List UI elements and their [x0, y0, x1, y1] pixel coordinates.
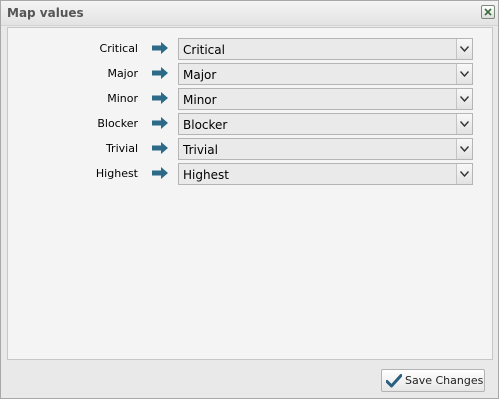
- select-value: Critical: [183, 43, 225, 57]
- arrow-right-icon: [152, 67, 168, 79]
- dialog-footer: Save Changes: [1, 361, 498, 398]
- mapping-row-blocker: Blocker Blocker: [8, 113, 494, 135]
- target-value-select[interactable]: Highest: [178, 163, 473, 185]
- dropdown-trigger[interactable]: [456, 164, 472, 184]
- mapping-row-highest: Highest Highest: [8, 163, 494, 185]
- chevron-down-icon: [460, 46, 469, 52]
- mapping-row-critical: Critical Critical: [8, 38, 494, 60]
- mapping-row-major: Major Major: [8, 63, 494, 85]
- save-button-label: Save Changes: [405, 374, 484, 387]
- source-value-label: Highest: [95, 167, 138, 180]
- close-icon: [484, 8, 492, 16]
- target-value-select[interactable]: Blocker: [178, 113, 473, 135]
- chevron-down-icon: [460, 71, 469, 77]
- target-value-select[interactable]: Major: [178, 63, 473, 85]
- dropdown-trigger[interactable]: [456, 139, 472, 159]
- checkmark-icon: [386, 374, 402, 388]
- dialog-titlebar[interactable]: Map values: [1, 1, 498, 26]
- dialog-title: Map values: [7, 6, 84, 20]
- select-value: Highest: [183, 168, 229, 182]
- select-value: Trivial: [183, 143, 218, 157]
- dropdown-trigger[interactable]: [456, 39, 472, 59]
- chevron-down-icon: [460, 171, 469, 177]
- mapping-row-trivial: Trivial Trivial: [8, 138, 494, 160]
- close-button[interactable]: [481, 5, 495, 19]
- dropdown-trigger[interactable]: [456, 64, 472, 84]
- chevron-down-icon: [460, 96, 469, 102]
- chevron-down-icon: [460, 121, 469, 127]
- target-value-select[interactable]: Minor: [178, 88, 473, 110]
- chevron-down-icon: [460, 146, 469, 152]
- mapping-panel: Critical Critical Major Major Minor Mino…: [7, 27, 493, 360]
- dropdown-trigger[interactable]: [456, 114, 472, 134]
- target-value-select[interactable]: Trivial: [178, 138, 473, 160]
- save-changes-button[interactable]: Save Changes: [381, 369, 485, 392]
- arrow-right-icon: [152, 142, 168, 154]
- source-value-label: Critical: [99, 42, 138, 55]
- source-value-label: Minor: [107, 92, 138, 105]
- source-value-label: Blocker: [97, 117, 138, 130]
- select-value: Blocker: [183, 118, 228, 132]
- arrow-right-icon: [152, 117, 168, 129]
- source-value-label: Major: [107, 67, 138, 80]
- select-value: Major: [183, 68, 217, 82]
- select-value: Minor: [183, 93, 217, 107]
- target-value-select[interactable]: Critical: [178, 38, 473, 60]
- map-values-dialog: Map values Critical Critical Major Major…: [0, 0, 499, 399]
- mapping-row-minor: Minor Minor: [8, 88, 494, 110]
- arrow-right-icon: [152, 42, 168, 54]
- dropdown-trigger[interactable]: [456, 89, 472, 109]
- arrow-right-icon: [152, 167, 168, 179]
- arrow-right-icon: [152, 92, 168, 104]
- source-value-label: Trivial: [105, 142, 138, 155]
